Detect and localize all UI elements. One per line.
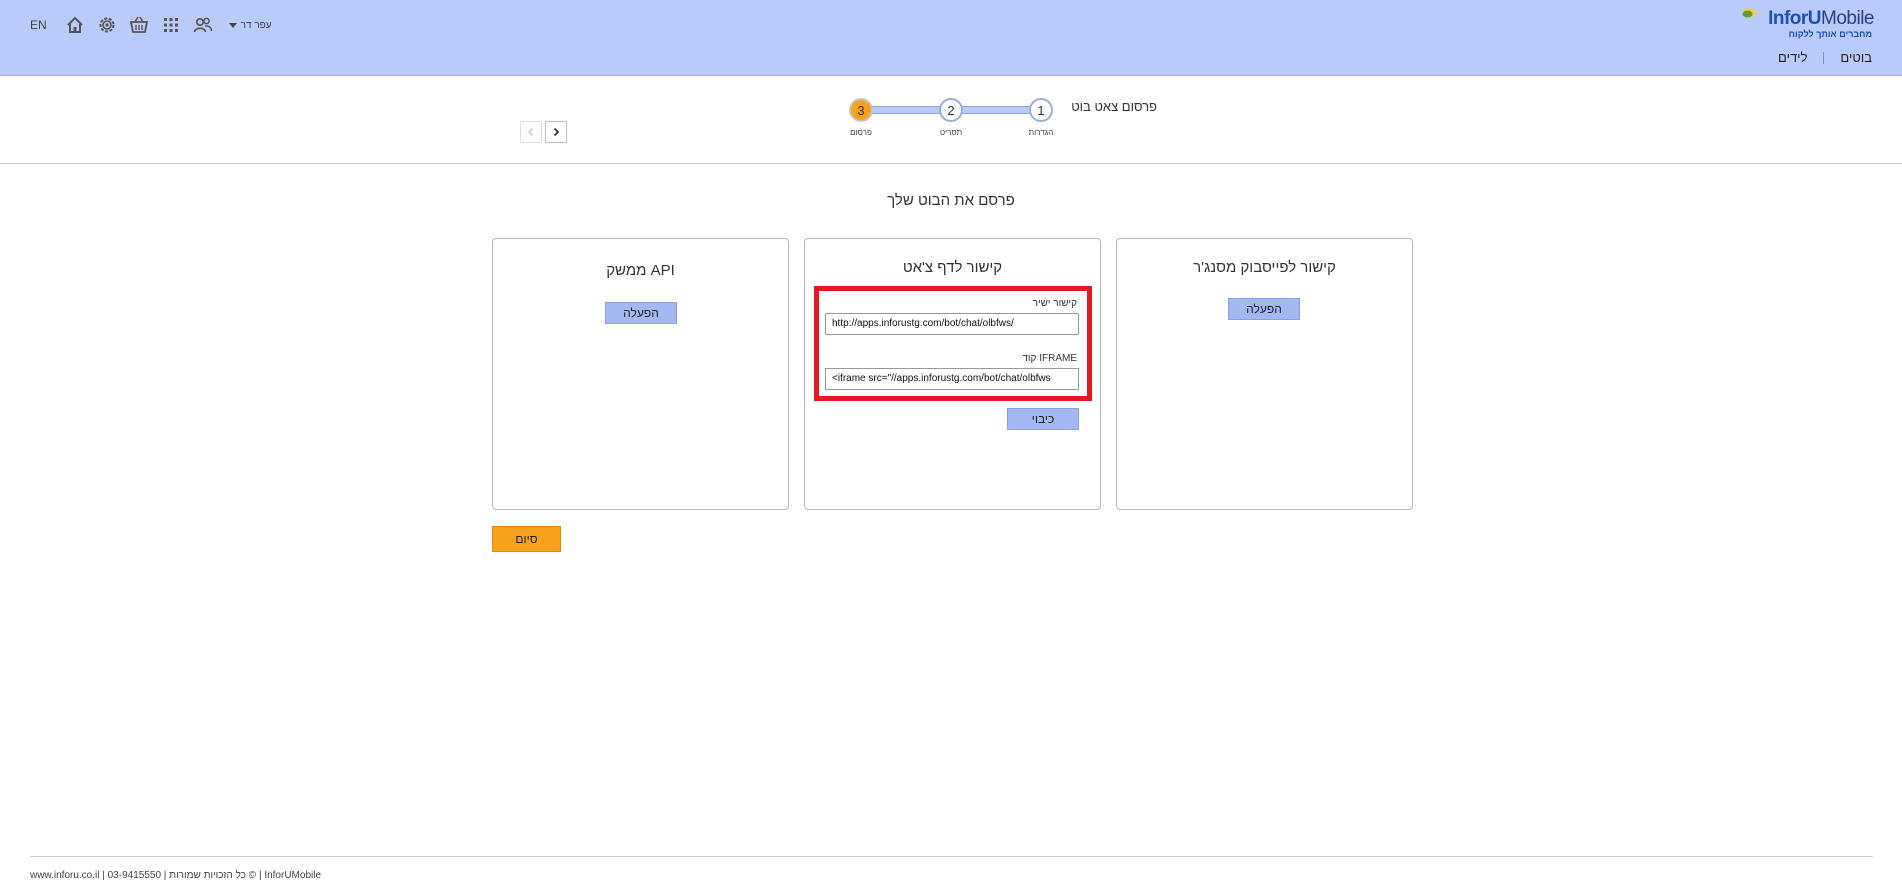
logo-tagline: מחברים אותך ללקוח: [1788, 29, 1872, 39]
step-3[interactable]: 3: [849, 98, 873, 122]
nav-divider: [1823, 51, 1825, 64]
nav-bots[interactable]: בוטים: [1840, 50, 1872, 65]
page-title: פרסם את הבוט שלך: [887, 192, 1015, 209]
language-switch[interactable]: EN: [30, 18, 47, 32]
iframe-code-field[interactable]: <iframe src="//apps.inforustg.com/bot/ch…: [825, 368, 1079, 390]
inforu-logo[interactable]: InforUMobile מחברים אותך ללקוח: [1742, 8, 1874, 42]
facebook-messenger-card: קישור לפייסבוק מסנג'ר הפעלה: [1116, 238, 1413, 510]
basket-icon[interactable]: [129, 15, 149, 35]
api-card-title: ממשק API: [606, 262, 675, 279]
step-3-label: פרסום: [850, 128, 872, 137]
user-menu[interactable]: עפר דר: [228, 19, 272, 31]
chat-toggle-button[interactable]: כיבוי: [1007, 408, 1079, 430]
home-icon[interactable]: [65, 15, 85, 35]
step-1[interactable]: 1: [1029, 98, 1053, 122]
chat-card-title: קישור לדף צ'אט: [902, 259, 1003, 276]
chat-page-card: קישור לדף צ'אט קישור ישיר http://apps.in…: [804, 238, 1101, 510]
gear-icon[interactable]: [97, 15, 117, 35]
logo-text: InforUMobile: [1768, 8, 1874, 29]
chat-bubble-icon: [1742, 8, 1756, 18]
prev-arrow-button[interactable]: [520, 121, 542, 143]
users-icon[interactable]: [193, 15, 213, 35]
step-1-label: הגדרות: [1028, 128, 1054, 137]
next-arrow-button[interactable]: [545, 121, 567, 143]
chevron-down-icon: [228, 22, 237, 28]
api-activate-button[interactable]: הפעלה: [605, 302, 677, 324]
header-toolbar: EN עפר דר: [30, 14, 272, 36]
chevron-left-icon: [527, 127, 534, 137]
finish-button[interactable]: סיום: [492, 526, 561, 552]
facebook-card-title: קישור לפייסבוק מסנג'ר: [1193, 259, 1336, 276]
direct-link-field[interactable]: http://apps.inforustg.com/bot/chat/olbfw…: [825, 313, 1079, 335]
facebook-activate-button[interactable]: הפעלה: [1228, 298, 1300, 320]
wizard-title: פרסום צאט בוט: [1071, 99, 1157, 114]
footer-divider: [30, 856, 1873, 857]
wizard-bar: פרסום צאט בוט 1 הגדרות 2 תסריט 3 פרסום: [0, 76, 1902, 164]
top-nav: לידים בוטים: [1778, 50, 1872, 65]
user-name: עפר דר: [240, 19, 272, 31]
step-2-label: תסריט: [939, 128, 963, 137]
step-2[interactable]: 2: [939, 98, 963, 122]
nav-leads[interactable]: לידים: [1778, 50, 1807, 65]
chevron-right-icon: [553, 127, 560, 137]
api-card: ממשק API הפעלה: [492, 238, 789, 510]
apps-grid-icon[interactable]: [161, 15, 181, 35]
footer-text: www.inforu.co.il | 03-9415550 | כל הזכוי…: [30, 870, 322, 881]
direct-link-label: קישור ישיר: [1032, 298, 1077, 309]
links-highlight-box: קישור ישיר http://apps.inforustg.com/bot…: [814, 286, 1092, 401]
iframe-code-label: קוד IFRAME: [1022, 353, 1077, 364]
top-header: EN עפר דר InforUMobile מחברים אותך ללקוח…: [0, 0, 1902, 76]
